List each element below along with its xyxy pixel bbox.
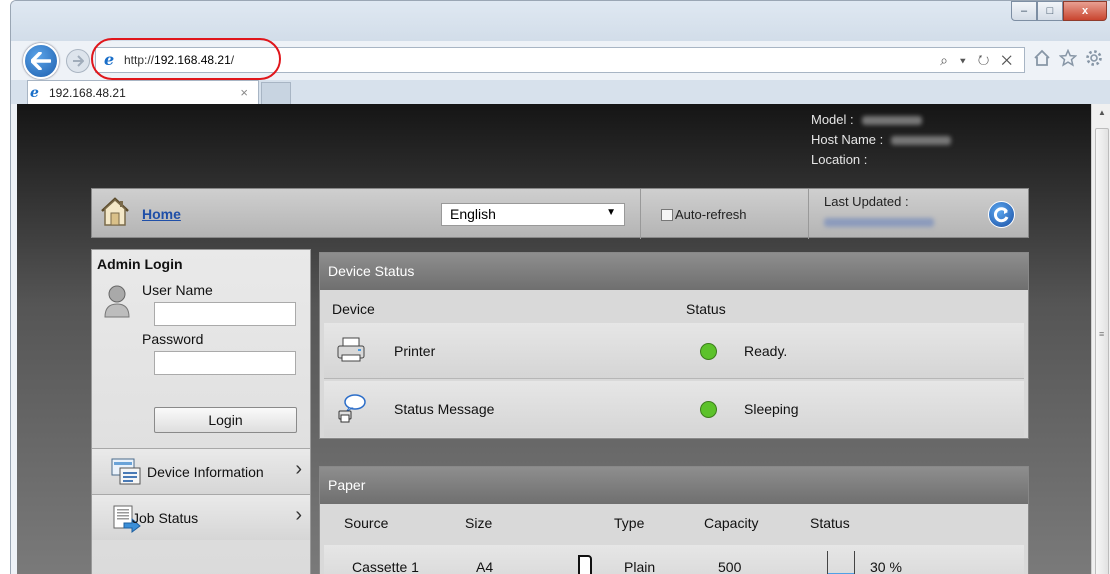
- host-value-redacted: [891, 136, 952, 146]
- auto-refresh[interactable]: Auto-refresh: [661, 207, 747, 222]
- new-tab-button[interactable]: [261, 82, 291, 104]
- password-label: Password: [142, 331, 204, 347]
- model-label: Model :: [811, 112, 854, 127]
- language-select[interactable]: English ▼: [441, 203, 625, 226]
- settings-gear-icon[interactable]: [1085, 49, 1103, 67]
- status-message-icon: [338, 394, 366, 423]
- tab-title: 192.168.48.21: [49, 85, 126, 100]
- maximize-button[interactable]: □: [1037, 1, 1063, 21]
- menu-label: Job Status: [132, 510, 199, 526]
- browser-toolbar-icons: [1033, 49, 1103, 67]
- device-name: Printer: [394, 343, 436, 359]
- status-indicator-icon: [700, 343, 717, 360]
- chevron-right-icon: ›: [295, 504, 302, 526]
- paper-capacity: 500: [718, 559, 742, 574]
- top-navigation: Home English ▼ Auto-refresh Last Updated…: [91, 188, 1029, 239]
- divider: [640, 189, 641, 239]
- paper-row-cassette-1: Cassette 1 A4 Plain 500 30 %: [324, 545, 1024, 574]
- admin-login-title: Admin Login: [97, 256, 183, 272]
- status-indicator-icon: [700, 401, 717, 418]
- username-input[interactable]: [154, 302, 296, 326]
- dropdown-arrow-icon: ▼: [606, 207, 616, 218]
- device-row-status-message: Status Message Sleeping: [324, 381, 1024, 437]
- device-name: Status Message: [394, 401, 495, 417]
- tab-close-icon[interactable]: ×: [240, 85, 248, 100]
- scroll-thumb[interactable]: ≡: [1095, 128, 1109, 574]
- ie-tab-icon: e: [30, 84, 39, 101]
- refresh-icon[interactable]: [988, 201, 1015, 228]
- menu-item-device-information[interactable]: Device Information ›: [92, 448, 310, 494]
- address-tools[interactable]: ⌕ ▾ ↻ ✕: [940, 52, 1016, 69]
- title-bar: – □ x: [11, 1, 1110, 41]
- minimize-button[interactable]: –: [1011, 1, 1037, 21]
- auto-refresh-checkbox[interactable]: [661, 208, 673, 221]
- column-header-type: Type: [614, 515, 645, 531]
- tab-bar: e 192.168.48.21 ×: [11, 80, 1110, 104]
- left-panel: Admin Login User Name Password Login Dev…: [91, 249, 311, 574]
- browser-window: – □ x e http://192.168.48.21/ ⌕ ▾ ↻ ✕ e …: [10, 0, 1110, 574]
- paper-title: Paper: [320, 467, 1028, 504]
- column-header-size: Size: [465, 515, 493, 531]
- column-header-status: Status: [686, 301, 726, 317]
- page-content: Model : Host Name : Location : Home Engl…: [17, 104, 1091, 574]
- column-header-source: Source: [344, 515, 389, 531]
- model-value-redacted: [861, 116, 922, 126]
- location-row: Location :: [811, 150, 951, 170]
- paper-type: Plain: [624, 559, 656, 574]
- favorites-star-icon[interactable]: [1059, 49, 1077, 67]
- auto-refresh-label: Auto-refresh: [675, 207, 747, 222]
- chevron-right-icon: ›: [295, 458, 302, 480]
- forward-arrow-icon[interactable]: [66, 49, 90, 73]
- printer-icon: [337, 337, 365, 362]
- last-updated-label: Last Updated :: [824, 194, 909, 209]
- forward-arrow-glyph: [73, 55, 84, 67]
- password-input[interactable]: [154, 351, 296, 375]
- paper-status: 30 %: [870, 559, 902, 574]
- scroll-grip-icon: ≡: [1099, 329, 1105, 339]
- back-arrow-icon[interactable]: [23, 43, 59, 79]
- scroll-up-arrow-icon[interactable]: ▲: [1098, 108, 1106, 117]
- vertical-scrollbar[interactable]: ▲ ≡: [1091, 104, 1110, 574]
- paper-sheet-icon: [578, 555, 592, 574]
- menu-item-job-status[interactable]: Job Status ›: [92, 494, 310, 540]
- home-icon[interactable]: [1033, 49, 1051, 67]
- menu-label: Device Information: [147, 464, 264, 480]
- language-selected: English: [450, 206, 496, 222]
- close-window-button[interactable]: x: [1063, 1, 1107, 21]
- login-button[interactable]: Login: [154, 407, 297, 433]
- user-avatar-icon: [104, 285, 130, 318]
- paper-size: A4: [476, 559, 494, 574]
- divider: [808, 189, 809, 239]
- device-status-value: Sleeping: [744, 401, 799, 417]
- column-header-capacity: Capacity: [704, 515, 759, 531]
- device-info: Model : Host Name : Location :: [811, 110, 952, 170]
- device-status-panel: Device Status Device Status Printer Read…: [319, 252, 1029, 439]
- host-row: Host Name :: [811, 130, 952, 150]
- username-label: User Name: [142, 282, 213, 298]
- device-row-printer: Printer Ready.: [324, 323, 1024, 379]
- model-row: Model :: [811, 110, 951, 130]
- paper-source: Cassette 1: [352, 559, 419, 574]
- host-label: Host Name :: [811, 132, 884, 147]
- device-status-title: Device Status: [320, 253, 1028, 290]
- url-highlight-circle: [91, 38, 281, 80]
- last-updated-value-redacted: [824, 218, 934, 227]
- back-arrow-glyph: [31, 52, 51, 70]
- browser-tab[interactable]: e 192.168.48.21 ×: [27, 80, 259, 104]
- location-label: Location :: [811, 152, 868, 167]
- device-information-icon: [111, 458, 141, 485]
- refresh-glyph: [993, 206, 1008, 222]
- column-header-status: Status: [810, 515, 850, 531]
- device-status-value: Ready.: [744, 343, 788, 359]
- paper-panel: Paper Source Size Type Capacity Status C…: [319, 466, 1029, 574]
- last-updated: Last Updated :: [824, 194, 934, 227]
- home-link[interactable]: Home: [142, 206, 181, 222]
- home-house-icon[interactable]: [99, 196, 131, 228]
- column-header-device: Device: [332, 301, 375, 317]
- paper-level-gauge: [827, 551, 855, 574]
- window-controls: – □ x: [1011, 1, 1107, 21]
